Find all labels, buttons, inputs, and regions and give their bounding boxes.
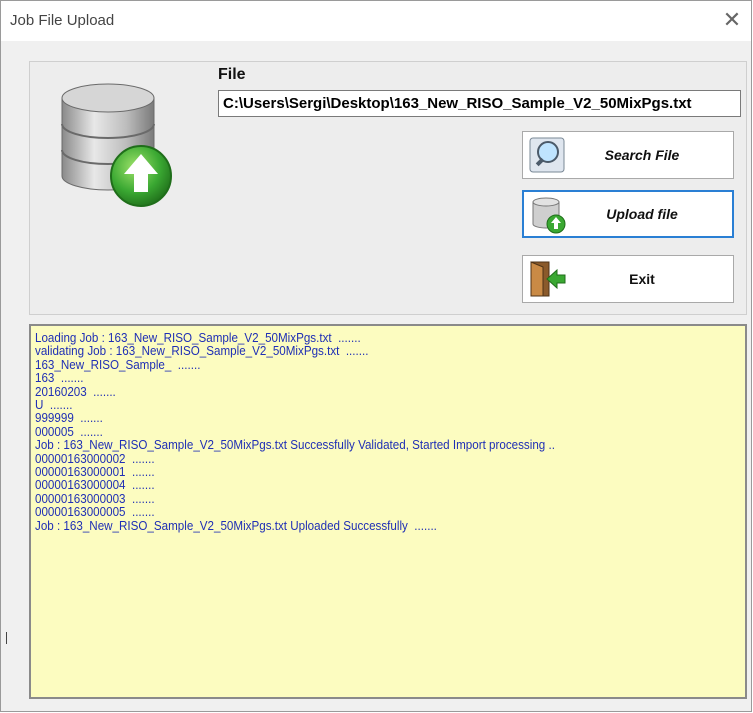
file-label: File [218,66,246,83]
database-upload-icon [61,83,172,207]
exit-button[interactable]: Exit [522,255,734,303]
search-file-button[interactable]: Search File [522,131,734,179]
exit-label: Exit [629,271,655,287]
window-title: Job File Upload [10,12,115,29]
job-file-upload-window: Job File Upload ✕ File C:\Users\Sergi\De… [0,0,752,712]
log-line: 00000163000004 ....... [35,478,155,493]
log-line: 00000163000005 ....... [35,505,155,520]
close-icon[interactable]: ✕ [719,7,745,33]
log-line: validating Job : 163_New_RISO_Sample_V2_… [35,344,369,359]
log-line: Loading Job : 163_New_RISO_Sample_V2_50M… [35,331,361,345]
search-file-label: Search File [604,147,680,163]
log-line: 000005 ....... [35,424,103,439]
resize-mark [6,632,7,644]
log-line: 20160203 ....... [35,384,116,399]
log-line: U ....... [35,398,73,413]
magnifier-icon [529,137,565,173]
upload-log-textarea[interactable]: Loading Job : 163_New_RISO_Sample_V2_50M… [29,324,747,699]
exit-door-icon [530,261,566,297]
upload-file-button[interactable]: Upload file [522,190,734,238]
database-upload-small-icon [532,197,566,234]
log-line: 163 ....... [35,371,84,386]
log-line: 00000163000002 ....... [35,451,155,466]
log-line: Job : 163_New_RISO_Sample_V2_50MixPgs.tx… [35,518,437,533]
file-panel: File Search File Upload file [29,61,747,315]
log-line: Job : 163_New_RISO_Sample_V2_50MixPgs.tx… [35,438,555,453]
log-line: 00000163000001 ....... [35,465,155,480]
upload-file-label: Upload file [606,206,678,222]
log-line: 999999 ....... [35,411,103,426]
log-line: 00000163000003 ....... [35,491,155,506]
log-line: 163_New_RISO_Sample_ ....... [35,357,201,372]
file-path-input[interactable] [218,90,741,117]
title-bar: Job File Upload ✕ [1,1,751,41]
